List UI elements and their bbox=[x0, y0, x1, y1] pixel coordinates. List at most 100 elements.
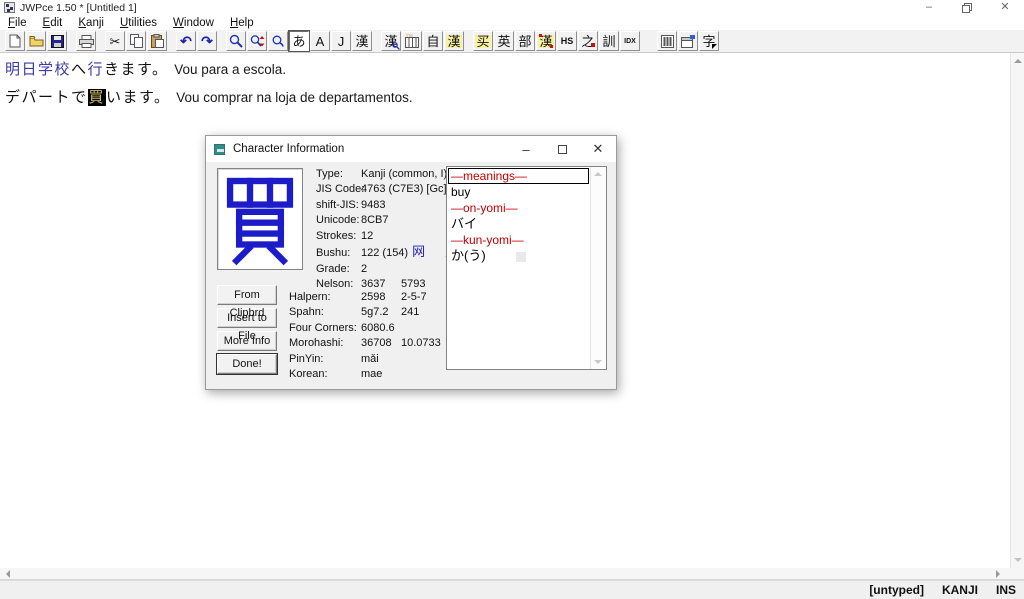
list-item-meaning[interactable]: buy bbox=[448, 184, 589, 200]
list-item-kunyomi-header[interactable]: —kun-yomi— bbox=[448, 232, 589, 248]
close-button[interactable]: ✕ bbox=[986, 0, 1024, 15]
open-button[interactable] bbox=[26, 31, 46, 51]
status-insert-mode: INS bbox=[996, 583, 1016, 597]
list-item-kunyomi[interactable]: か(う) bbox=[448, 248, 589, 264]
jis-table-button[interactable]: 自 bbox=[423, 31, 443, 51]
scissors-icon: ✂ bbox=[110, 35, 121, 48]
insert-to-file-button[interactable]: Insert to File bbox=[217, 308, 277, 328]
scroll-down-arrow[interactable] bbox=[1014, 558, 1022, 562]
menu-edit[interactable]: Edit bbox=[35, 15, 71, 30]
list-item-onyomi[interactable]: バイ bbox=[448, 216, 589, 232]
undisplayable-char-box bbox=[516, 252, 526, 262]
hiragana-mode-icon: あ bbox=[292, 35, 305, 48]
menu-window[interactable]: Window bbox=[165, 15, 222, 30]
dialog-maximize-button[interactable] bbox=[544, 136, 580, 162]
reading-lookup-icon: 訓 bbox=[602, 35, 615, 48]
radical-chart-icon: TTS bbox=[405, 34, 419, 48]
scroll-right-arrow[interactable] bbox=[996, 570, 1000, 578]
horizontal-scrollbar[interactable] bbox=[0, 568, 1024, 580]
jascii-mode-button[interactable]: J bbox=[331, 31, 351, 51]
copy-button[interactable] bbox=[126, 31, 146, 51]
last-kanji-button[interactable]: 买 bbox=[473, 31, 493, 51]
kanji-mode-icon: 漢 bbox=[355, 35, 368, 48]
radical-chart-button[interactable]: TTS bbox=[402, 31, 422, 51]
menubar: File Edit Kanji Utilities Window Help bbox=[0, 15, 1024, 30]
ascii-mode-icon: A bbox=[316, 35, 325, 48]
menu-help[interactable]: Help bbox=[222, 15, 262, 30]
restore-button[interactable] bbox=[948, 0, 986, 15]
menu-file[interactable]: File bbox=[0, 15, 35, 30]
redo-button[interactable]: ↷ bbox=[197, 31, 217, 51]
paste-button[interactable] bbox=[147, 31, 167, 51]
scroll-left-arrow[interactable] bbox=[6, 570, 10, 578]
restore-icon bbox=[962, 3, 972, 13]
new-button[interactable] bbox=[5, 31, 25, 51]
more-info-button[interactable]: More Info bbox=[217, 331, 277, 351]
dialog-titlebar[interactable]: Character Information – ✕ bbox=[206, 136, 616, 162]
english-lookup-button[interactable]: 英 bbox=[494, 31, 514, 51]
dialog-buttons: From Clipbrd Insert to File More Info Do… bbox=[217, 285, 277, 377]
search-prev-button[interactable] bbox=[268, 31, 288, 51]
jp-text: 行 bbox=[88, 61, 105, 78]
listbox-scroll-down-arrow[interactable] bbox=[594, 360, 602, 364]
paste-clipboard-icon bbox=[151, 34, 164, 48]
vertical-scrollbar[interactable] bbox=[1010, 53, 1024, 568]
color-kanji-icon: 漢 bbox=[446, 35, 461, 48]
list-item-meanings-header[interactable]: —meanings— bbox=[448, 168, 589, 184]
new-document-icon bbox=[9, 34, 21, 48]
document-line-1: 明日学校へ行きます。 Vou para a escola. bbox=[5, 58, 286, 79]
halpern-skip-icon: HS bbox=[561, 37, 574, 46]
jp-text: へ bbox=[71, 61, 88, 78]
char-info-button[interactable]: 字 bbox=[699, 31, 719, 51]
search-button[interactable] bbox=[226, 31, 246, 51]
status-input-mode: KANJI bbox=[942, 583, 978, 597]
hiragana-mode-button[interactable]: あ bbox=[289, 31, 309, 51]
undo-button[interactable]: ↶ bbox=[176, 31, 196, 51]
window-title: JWPce 1.50 * [Untitled 1] bbox=[20, 2, 137, 14]
search-next-icon bbox=[250, 34, 265, 48]
halpern-skip-button[interactable]: HS bbox=[557, 31, 577, 51]
highlighted-kanji[interactable]: 買 bbox=[88, 89, 107, 106]
ascii-mode-button[interactable]: A bbox=[310, 31, 330, 51]
save-button[interactable] bbox=[47, 31, 67, 51]
jp-text: きます。 bbox=[104, 61, 169, 78]
readings-meanings-listbox[interactable]: —meanings— buy —on-yomi— バイ —kun-yomi— か… bbox=[446, 166, 607, 370]
skip-code-icon: 之 bbox=[581, 35, 594, 48]
color-kanji-button[interactable]: 漢 bbox=[444, 31, 464, 51]
search-icon bbox=[229, 34, 243, 48]
bars-icon bbox=[661, 35, 674, 48]
titlebar: JWPce 1.50 * [Untitled 1] – ✕ bbox=[0, 0, 1024, 15]
listbox-scroll-up-arrow[interactable] bbox=[594, 172, 602, 176]
kanji-lookup-button[interactable]: 漢 bbox=[381, 31, 401, 51]
dialog-close-button[interactable]: ✕ bbox=[580, 136, 616, 162]
list-item-onyomi-header[interactable]: —on-yomi— bbox=[448, 200, 589, 216]
jis-table-icon: 自 bbox=[426, 35, 439, 48]
done-button[interactable]: Done! bbox=[217, 354, 277, 374]
search-next-button[interactable] bbox=[247, 31, 267, 51]
index-lookup-button[interactable]: IDX bbox=[620, 31, 640, 51]
listbox-scrollbar[interactable] bbox=[590, 167, 606, 369]
english-lookup-icon: 英 bbox=[497, 35, 510, 48]
skip-code-button[interactable]: 之 bbox=[578, 31, 598, 51]
scroll-up-arrow[interactable] bbox=[1014, 59, 1022, 63]
copy-icon bbox=[130, 34, 143, 48]
kanji-mode-button[interactable]: 漢 bbox=[352, 31, 372, 51]
menu-kanji[interactable]: Kanji bbox=[70, 15, 112, 30]
printer-icon bbox=[79, 35, 94, 48]
redo-arrow-icon: ↷ bbox=[201, 34, 213, 48]
reading-lookup-button[interactable]: 訓 bbox=[599, 31, 619, 51]
search-prev-icon bbox=[271, 34, 285, 48]
minimize-button[interactable]: – bbox=[910, 0, 948, 15]
menu-utilities[interactable]: Utilities bbox=[112, 15, 165, 30]
kanji-count-button[interactable] bbox=[657, 31, 677, 51]
multi-radical-button[interactable]: 漢 bbox=[536, 31, 556, 51]
cut-button[interactable]: ✂ bbox=[105, 31, 125, 51]
from-clipboard-button[interactable]: From Clipbrd bbox=[217, 285, 277, 305]
radical-lookup-button[interactable]: 部 bbox=[515, 31, 535, 51]
print-button[interactable] bbox=[76, 31, 96, 51]
options-button[interactable] bbox=[678, 31, 698, 51]
svg-text:TTS: TTS bbox=[406, 34, 413, 38]
dialog-minimize-button[interactable]: – bbox=[508, 136, 544, 162]
dialog-icon bbox=[214, 144, 225, 155]
latin-text: Vou para a escola. bbox=[174, 62, 286, 77]
